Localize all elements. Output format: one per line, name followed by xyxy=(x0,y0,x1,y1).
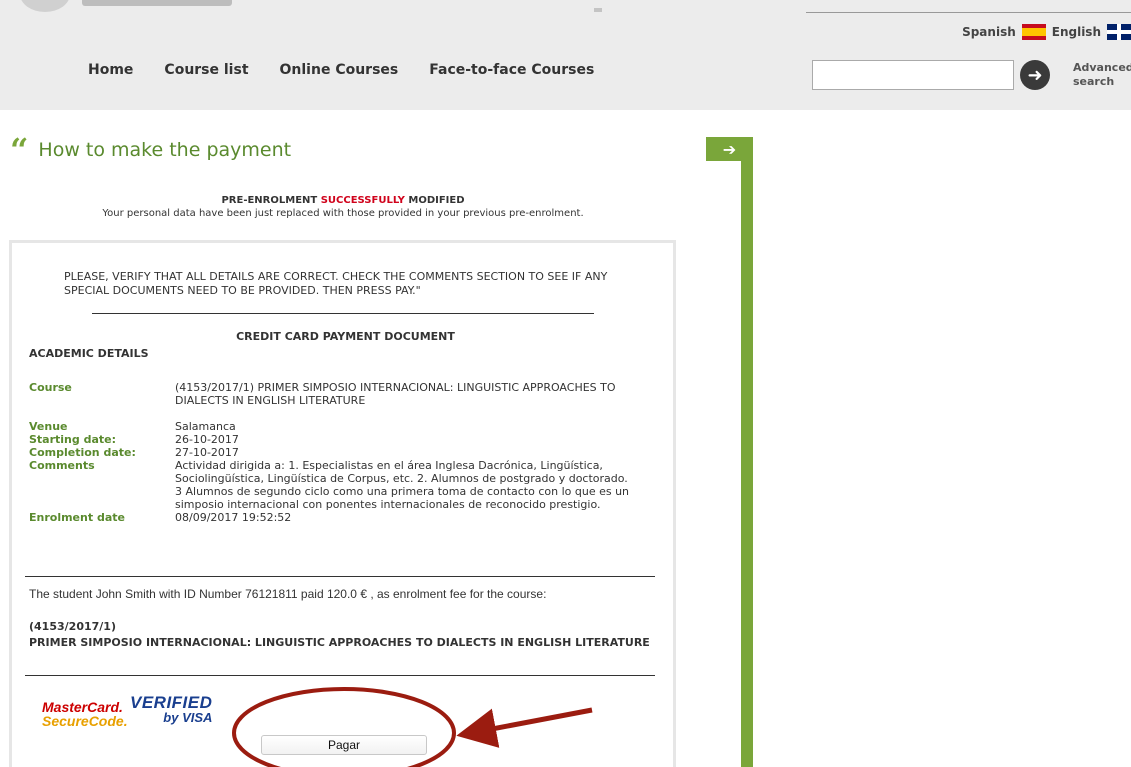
divider xyxy=(25,576,655,577)
confirmation-prefix: PRE-ENROLMENT xyxy=(221,195,321,206)
detail-label: Venue xyxy=(29,420,68,433)
verify-instructions: PLEASE, VERIFY THAT ALL DETAILS ARE CORR… xyxy=(64,270,608,297)
top-divider xyxy=(806,12,1131,13)
language-switcher: Spanish English xyxy=(962,24,1131,40)
detail-value: 08/09/2017 19:52:52 xyxy=(175,511,292,524)
nav-course-list[interactable]: Course list xyxy=(164,62,248,78)
detail-row-starting-date: Starting date: 26-10-2017 xyxy=(29,433,669,446)
main-nav: Home Course list Online Courses Face-to-… xyxy=(88,62,594,78)
detail-row-venue: Venue Salamanca xyxy=(29,420,669,433)
confirmation-suffix: MODIFIED xyxy=(404,195,465,206)
verified-logo-text: VERIFIED xyxy=(130,693,213,712)
securecode-logo-text: SecureCode. xyxy=(42,713,128,729)
verified-by-visa-logo: VERIFIED by VISA xyxy=(130,693,213,725)
quote-icon: “ xyxy=(10,131,29,169)
nav-online-courses[interactable]: Online Courses xyxy=(280,62,399,78)
confirmation-message: PRE-ENROLMENT SUCCESSFULLY MODIFIED Your… xyxy=(10,194,676,220)
payment-document-panel: PLEASE, VERIFY THAT ALL DETAILS ARE CORR… xyxy=(9,240,676,767)
page-title: “ How to make the payment xyxy=(10,131,292,169)
sidebar-toggle-button[interactable]: ➔ xyxy=(706,137,753,161)
search-go-button[interactable]: ➜ xyxy=(1020,60,1050,90)
spain-flag-icon[interactable] xyxy=(1021,24,1046,40)
arrow-right-icon: ➜ xyxy=(1027,64,1043,86)
mastercard-securecode-logo: MasterCard. SecureCode. xyxy=(42,700,128,728)
visa-logo-text: by VISA xyxy=(163,710,213,725)
detail-label: Starting date: xyxy=(29,433,117,446)
document-title: CREDIT CARD PAYMENT DOCUMENT xyxy=(236,330,455,343)
detail-label: Course xyxy=(29,381,72,394)
course-name: PRIMER SIMPOSIO INTERNACIONAL: LINGUISTI… xyxy=(29,636,650,649)
arrow-right-icon: ➔ xyxy=(722,139,737,159)
detail-row-course: Course (4153/2017/1) PRIMER SIMPOSIO INT… xyxy=(29,381,669,420)
divider xyxy=(92,313,594,314)
confirmation-text: Your personal data have been just replac… xyxy=(102,208,584,219)
nav-home[interactable]: Home xyxy=(88,62,133,78)
nav-face-to-face-courses[interactable]: Face-to-face Courses xyxy=(429,62,594,78)
detail-row-completion-date: Completion date: 27-10-2017 xyxy=(29,446,669,459)
course-code: (4153/2017/1) xyxy=(29,620,116,633)
detail-label: Comments xyxy=(29,459,95,472)
detail-row-enrolment-date: Enrolment date 08/09/2017 19:52:52 xyxy=(29,511,669,524)
detail-value: Actividad dirigida a: 1. Especialistas e… xyxy=(175,459,630,511)
top-divider-mark xyxy=(594,8,602,12)
sidebar-rail xyxy=(741,160,753,767)
advanced-search-label-2: search xyxy=(1073,75,1115,88)
language-english-link[interactable]: English xyxy=(1052,25,1101,39)
page-title-text: How to make the payment xyxy=(38,139,292,161)
site-logo-text xyxy=(82,0,232,6)
detail-row-comments: Comments Actividad dirigida a: 1. Especi… xyxy=(29,459,669,511)
confirmation-heading: PRE-ENROLMENT SUCCESSFULLY MODIFIED xyxy=(10,194,676,207)
search-input[interactable] xyxy=(812,60,1014,90)
detail-value: 27-10-2017 xyxy=(175,446,239,459)
pay-button[interactable]: Pagar xyxy=(261,735,427,755)
detail-value: Salamanca xyxy=(175,420,236,433)
detail-label: Enrolment date xyxy=(29,511,125,524)
language-spanish-link[interactable]: Spanish xyxy=(962,25,1016,39)
divider xyxy=(25,675,655,676)
payment-statement: The student John Smith with ID Number 76… xyxy=(29,587,547,601)
section-heading: ACADEMIC DETAILS xyxy=(29,347,149,360)
detail-value: (4153/2017/1) PRIMER SIMPOSIO INTERNACIO… xyxy=(175,381,616,407)
detail-label: Completion date: xyxy=(29,446,136,459)
academic-details: Course (4153/2017/1) PRIMER SIMPOSIO INT… xyxy=(29,381,669,524)
site-header: Spanish English Home Course list Online … xyxy=(0,0,1131,110)
site-logo[interactable] xyxy=(20,0,70,12)
confirmation-highlight: SUCCESSFULLY xyxy=(320,195,405,206)
detail-value: 26-10-2017 xyxy=(175,433,239,446)
advanced-search-link[interactable]: Advanced search xyxy=(1073,61,1131,89)
uk-flag-icon[interactable] xyxy=(1107,24,1131,40)
advanced-search-label: Advanced xyxy=(1073,61,1131,74)
